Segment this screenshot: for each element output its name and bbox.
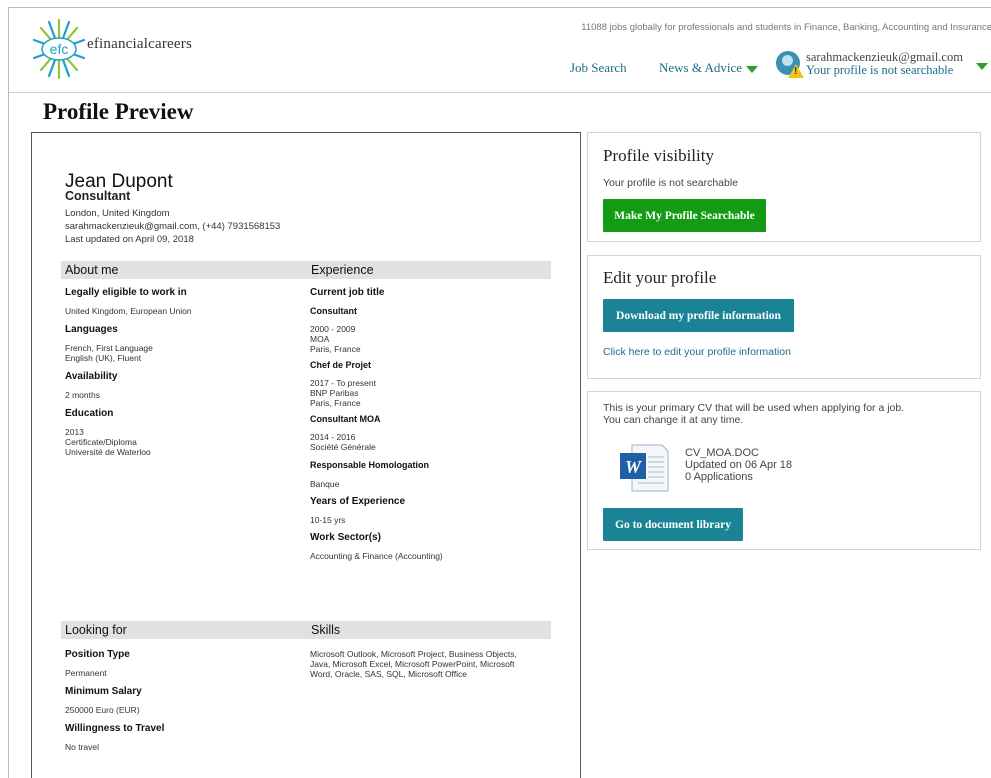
svg-text:W: W xyxy=(625,457,643,477)
cv-description-line: You can change it at any time. xyxy=(603,414,744,426)
skills-line: Word, Oracle, SAS, SQL, Microsoft Office xyxy=(310,669,467,679)
page-title: Profile Preview xyxy=(43,99,194,124)
years-value: 10-15 yrs xyxy=(310,515,346,525)
availability-value: 2 months xyxy=(65,390,100,400)
nav-news-advice-label: News & Advice xyxy=(659,60,743,75)
cv-description: This is your primary CV that will be use… xyxy=(603,402,904,426)
profile-title: Consultant xyxy=(65,189,131,203)
word-document-icon[interactable]: W xyxy=(618,443,670,493)
job-line: Paris, France xyxy=(310,344,361,354)
skills-heading: Skills xyxy=(307,621,551,639)
edit-profile-panel: Edit your profile Download my profile in… xyxy=(587,255,981,379)
languages-label: Languages xyxy=(65,324,118,335)
legal-label: Legally eligible to work in xyxy=(65,287,187,298)
sector-value: Accounting & Finance (Accounting) xyxy=(310,551,443,561)
languages-line: English (UK), Fluent xyxy=(65,353,142,363)
jobs-tagline: 11088 jobs globally for professionals an… xyxy=(581,22,991,33)
brand-name[interactable]: efinancialcareers xyxy=(87,36,192,53)
education-line: 2013 xyxy=(65,427,84,437)
efc-logo-icon[interactable]: efc xyxy=(31,14,87,84)
job-title: Consultant xyxy=(310,306,357,316)
salary-value: 250000 Euro (EUR) xyxy=(65,705,140,715)
edit-profile-link[interactable]: Click here to edit your profile informat… xyxy=(603,346,791,358)
job-line: Banque xyxy=(310,479,340,489)
profile-contact: sarahmackenzieuk@gmail.com, (+44) 793156… xyxy=(65,221,281,232)
edit-heading: Edit your profile xyxy=(603,268,717,287)
job-title: Consultant MOA xyxy=(310,414,381,424)
skills-line: Microsoft Outlook, Microsoft Project, Bu… xyxy=(310,649,517,659)
current-job-label: Current job title xyxy=(310,287,385,298)
profile-status-link[interactable]: Your profile is not searchable xyxy=(806,63,953,78)
job-line: 2000 - 2009 xyxy=(310,324,356,334)
education-line: Université de Waterloo xyxy=(65,447,151,457)
cv-file-name[interactable]: CV_MOA.DOC xyxy=(685,447,759,459)
make-searchable-button[interactable]: Make My Profile Searchable xyxy=(603,199,766,232)
job-line: 2017 - To present xyxy=(310,378,376,388)
availability-label: Availability xyxy=(65,371,118,382)
years-label: Years of Experience xyxy=(310,496,406,507)
legal-value: United Kingdom, European Union xyxy=(65,306,192,316)
job-line: Paris, France xyxy=(310,398,361,408)
primary-cv-panel: This is your primary CV that will be use… xyxy=(587,391,981,550)
experience-heading: Experience xyxy=(307,261,551,279)
nav-job-search[interactable]: Job Search xyxy=(570,60,627,76)
chevron-down-icon[interactable] xyxy=(976,63,988,70)
position-label: Position Type xyxy=(65,649,130,660)
cv-file-updated: Updated on 06 Apr 18 xyxy=(685,459,793,471)
app-frame: efc efinancialcareers 11088 jobs globall… xyxy=(8,7,991,778)
travel-label: Willingness to Travel xyxy=(65,723,165,734)
job-line: BNP Paribas xyxy=(310,388,359,398)
job-line: Société Générale xyxy=(310,442,376,452)
job-line: MOA xyxy=(310,334,330,344)
visibility-heading: Profile visibility xyxy=(603,146,714,165)
document-library-button[interactable]: Go to document library xyxy=(603,508,743,541)
nav-news-advice[interactable]: News & Advice xyxy=(659,60,759,76)
profile-visibility-panel: Profile visibility Your profile is not s… xyxy=(587,132,981,242)
travel-value: No travel xyxy=(65,742,100,752)
visibility-text: Your profile is not searchable xyxy=(603,177,739,189)
job-title: Chef de Projet xyxy=(310,360,372,370)
chevron-down-icon[interactable] xyxy=(746,65,759,73)
looking-column: Position Type Permanent Minimum Salary 2… xyxy=(65,649,164,752)
skills-line: Java, Microsoft Excel, Microsoft PowerPo… xyxy=(310,659,515,669)
profile-location: London, United Kingdom xyxy=(65,208,170,219)
profile-preview-card: Jean Dupont Consultant London, United Ki… xyxy=(31,132,581,778)
experience-column: Current job title Consultant 2000 - 2009… xyxy=(310,287,443,561)
profile-updated: Last updated on April 09, 2018 xyxy=(65,234,194,245)
header: efc efinancialcareers 11088 jobs globall… xyxy=(9,8,991,93)
cv-description-line: This is your primary CV that will be use… xyxy=(603,402,905,414)
job-line: 2014 - 2016 xyxy=(310,432,356,442)
cv-file-applications: 0 Applications xyxy=(685,471,753,483)
skills-column: Microsoft Outlook, Microsoft Project, Bu… xyxy=(310,649,517,679)
looking-heading: Looking for xyxy=(61,621,307,639)
position-value: Permanent xyxy=(65,668,107,678)
sector-label: Work Sector(s) xyxy=(310,532,381,543)
education-label: Education xyxy=(65,408,114,419)
about-heading: About me xyxy=(61,261,307,279)
about-column: Legally eligible to work in United Kingd… xyxy=(65,287,192,457)
download-profile-button[interactable]: Download my profile information xyxy=(603,299,794,332)
salary-label: Minimum Salary xyxy=(65,686,142,697)
education-line: Certificate/Diploma xyxy=(65,437,137,447)
warning-mark: ! xyxy=(794,66,798,77)
languages-line: French, First Language xyxy=(65,343,153,353)
job-title: Responsable Homologation xyxy=(310,460,430,470)
logo-text: efc xyxy=(50,41,69,57)
